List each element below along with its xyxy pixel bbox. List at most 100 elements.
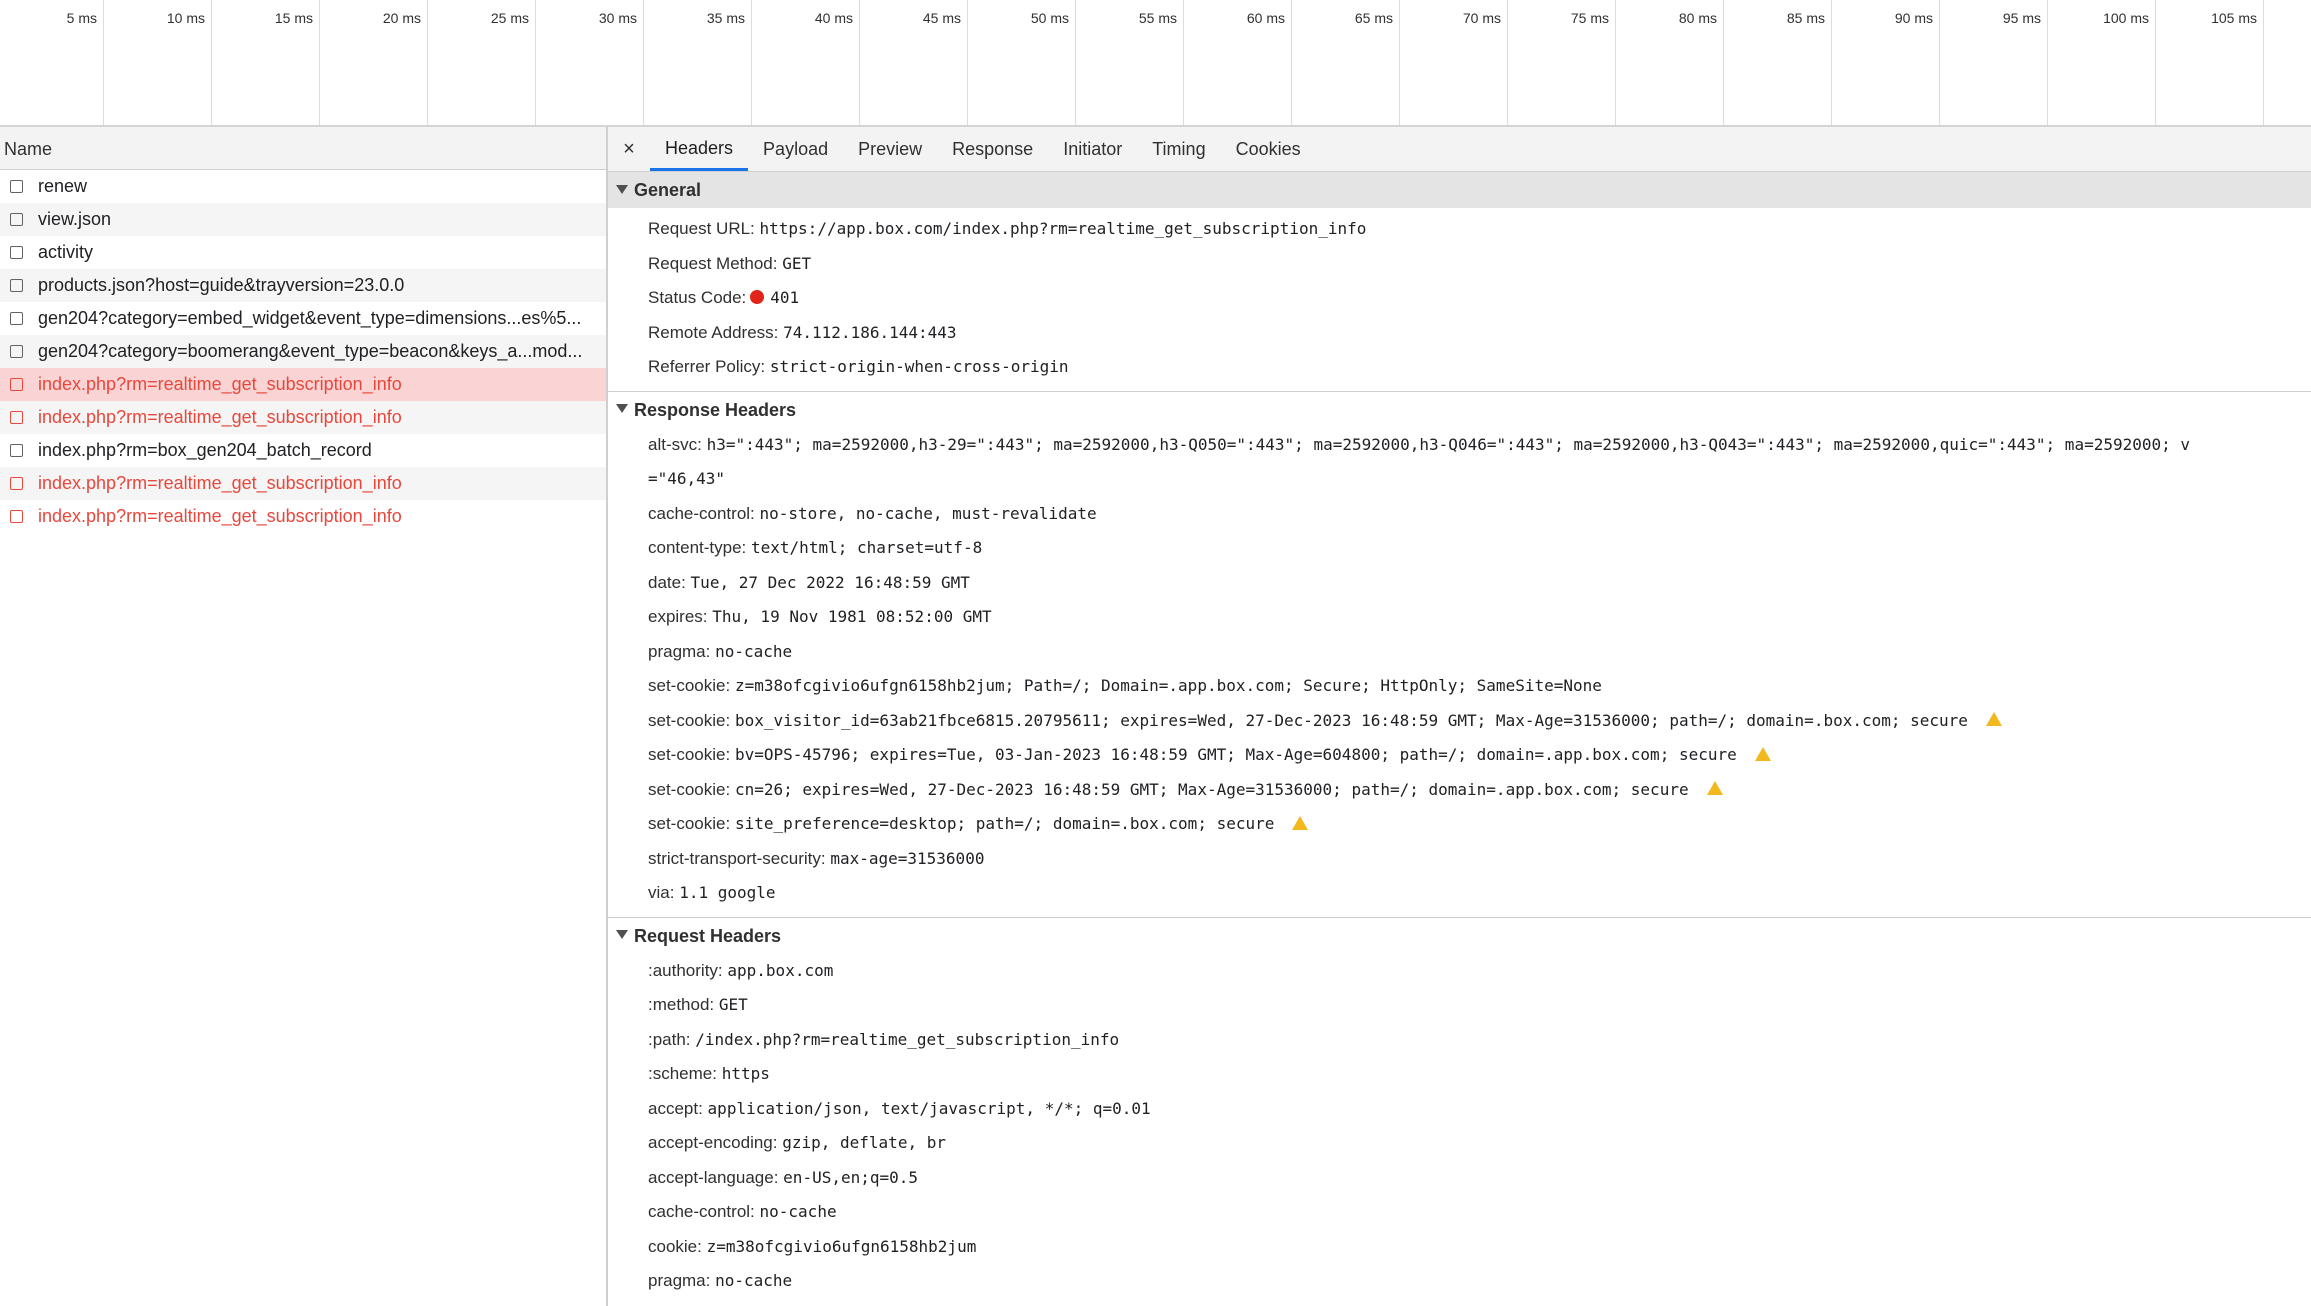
timeline-tick: 20 ms xyxy=(320,0,428,125)
tab-headers[interactable]: Headers xyxy=(650,127,749,171)
tab-payload[interactable]: Payload xyxy=(748,127,843,171)
warning-icon[interactable] xyxy=(1985,712,2002,727)
request-name: gen204?category=boomerang&event_type=bea… xyxy=(38,341,583,361)
header-value: 401 xyxy=(770,288,800,307)
header-value: https://app.box.com/index.php?rm=realtim… xyxy=(759,219,1367,238)
request-name: index.php?rm=box_gen204_batch_record xyxy=(38,440,372,460)
expand-triangle-icon xyxy=(616,930,628,940)
header-row: Request Method: GET xyxy=(608,247,2311,282)
timeline-tick-label: 20 ms xyxy=(382,10,421,26)
header-key: accept: xyxy=(648,1098,703,1118)
request-details-panel: × Headers Payload Preview Response Initi… xyxy=(608,127,2311,1306)
request-name: index.php?rm=realtime_get_subscription_i… xyxy=(38,506,402,526)
header-key: set-cookie: xyxy=(648,710,731,730)
timeline-tick-label: 30 ms xyxy=(598,10,637,26)
checkbox[interactable] xyxy=(10,411,23,424)
header-row: pragma: no-cache xyxy=(608,635,2311,670)
header-value: max-age=31536000 xyxy=(830,848,985,868)
details-tab-bar: × Headers Payload Preview Response Initi… xyxy=(608,127,2311,172)
request-list-panel: Name renew view.json activity products.j… xyxy=(0,127,608,1306)
response-headers-section-header[interactable]: Response Headers xyxy=(608,392,2311,428)
request-row[interactable]: index.php?rm=realtime_get_subscription_i… xyxy=(0,500,606,533)
timeline-tick: 50 ms xyxy=(968,0,1076,125)
header-value: GET xyxy=(718,995,748,1014)
header-value: application/json, text/javascript, */*; … xyxy=(707,1098,1151,1118)
section-title: Response Headers xyxy=(634,399,797,420)
header-row: cache-control: no-store, no-cache, must-… xyxy=(608,497,2311,532)
expand-triangle-icon xyxy=(616,404,628,414)
checkbox[interactable] xyxy=(10,510,23,523)
request-row[interactable]: index.php?rm=realtime_get_subscription_i… xyxy=(0,401,606,434)
request-row[interactable]: gen204?category=boomerang&event_type=bea… xyxy=(0,335,606,368)
warning-icon[interactable] xyxy=(1706,781,1723,796)
header-value: https xyxy=(721,1064,770,1083)
header-row-continuation: ="46,43" xyxy=(608,462,2311,497)
checkbox[interactable] xyxy=(10,213,23,226)
header-value: no-cache xyxy=(715,641,793,661)
checkbox[interactable] xyxy=(10,378,23,391)
checkbox[interactable] xyxy=(10,279,23,292)
timeline-tick: 60 ms xyxy=(1184,0,1292,125)
checkbox[interactable] xyxy=(10,180,23,193)
header-key: content-type: xyxy=(648,538,747,557)
header-key: set-cookie: xyxy=(648,676,731,695)
warning-icon[interactable] xyxy=(1754,746,1771,761)
timeline-tick: 80 ms xyxy=(1616,0,1724,125)
timeline-tick-label: 35 ms xyxy=(706,10,745,26)
timeline-tick-label: 75 ms xyxy=(1570,10,1609,26)
request-row[interactable]: index.php?rm=realtime_get_subscription_i… xyxy=(0,467,606,500)
timeline-tick-label: 55 ms xyxy=(1138,10,1177,26)
header-row: :scheme: https xyxy=(608,1057,2311,1092)
tab-timing[interactable]: Timing xyxy=(1137,127,1220,171)
header-row: Request URL: https://app.box.com/index.p… xyxy=(608,212,2311,247)
tab-response[interactable]: Response xyxy=(937,127,1048,171)
timeline-tick-label: 50 ms xyxy=(1030,10,1069,26)
checkbox[interactable] xyxy=(10,345,23,358)
checkbox[interactable] xyxy=(10,444,23,457)
request-row-selected[interactable]: index.php?rm=realtime_get_subscription_i… xyxy=(0,368,606,401)
header-row: via: 1.1 google xyxy=(608,876,2311,911)
request-row[interactable]: products.json?host=guide&trayversion=23.… xyxy=(0,269,606,302)
general-section-header[interactable]: General xyxy=(608,172,2311,208)
header-row: :path: /index.php?rm=realtime_get_subscr… xyxy=(608,1023,2311,1058)
request-row[interactable]: activity xyxy=(0,236,606,269)
tab-preview[interactable]: Preview xyxy=(843,127,937,171)
header-value: ="46,43" xyxy=(648,469,726,488)
header-row: Referrer Policy: strict-origin-when-cros… xyxy=(608,350,2311,385)
checkbox[interactable] xyxy=(10,477,23,490)
header-value: 74.112.186.144:443 xyxy=(783,322,957,342)
close-icon[interactable]: × xyxy=(608,127,650,171)
header-key: accept-encoding: xyxy=(648,1133,778,1152)
header-row: cache-control: no-cache xyxy=(608,1195,2311,1230)
warning-icon[interactable] xyxy=(1292,815,1309,830)
timeline-tick-label: 40 ms xyxy=(814,10,853,26)
request-headers-section-header[interactable]: Request Headers xyxy=(608,918,2311,954)
timeline-tick: 95 ms xyxy=(1940,0,2048,125)
request-name: products.json?host=guide&trayversion=23.… xyxy=(38,275,405,295)
request-row[interactable]: index.php?rm=box_gen204_batch_record xyxy=(0,434,606,467)
request-row[interactable]: gen204?category=embed_widget&event_type=… xyxy=(0,302,606,335)
checkbox[interactable] xyxy=(10,246,23,259)
timeline-tick: 45 ms xyxy=(860,0,968,125)
header-key: cache-control: xyxy=(648,1202,755,1221)
timeline-tick: 25 ms xyxy=(428,0,536,125)
tab-cookies[interactable]: Cookies xyxy=(1221,127,1316,171)
header-row: pragma: no-cache xyxy=(608,1264,2311,1299)
header-value: box_visitor_id=63ab21fbce6815.20795611; … xyxy=(734,710,1968,730)
network-timeline[interactable]: 5 ms 10 ms 15 ms 20 ms 25 ms 30 ms 35 ms… xyxy=(0,0,2311,127)
request-row[interactable]: renew xyxy=(0,170,606,203)
header-value: Tue, 27 Dec 2022 16:48:59 GMT xyxy=(690,572,970,592)
expand-triangle-icon xyxy=(616,184,628,194)
header-row: strict-transport-security: max-age=31536… xyxy=(608,842,2311,877)
header-row: Remote Address: 74.112.186.144:443 xyxy=(608,316,2311,351)
header-value: bv=OPS-45796; expires=Tue, 03-Jan-2023 1… xyxy=(734,745,1737,764)
header-row: date: Tue, 27 Dec 2022 16:48:59 GMT xyxy=(608,566,2311,601)
header-key: :method: xyxy=(648,995,715,1014)
timeline-tick-label: 25 ms xyxy=(490,10,529,26)
name-column-header[interactable]: Name xyxy=(0,127,606,170)
header-key: strict-transport-security: xyxy=(648,848,826,868)
request-row[interactable]: view.json xyxy=(0,203,606,236)
header-key: pragma: xyxy=(648,641,711,661)
tab-initiator[interactable]: Initiator xyxy=(1048,127,1137,171)
checkbox[interactable] xyxy=(10,312,23,325)
